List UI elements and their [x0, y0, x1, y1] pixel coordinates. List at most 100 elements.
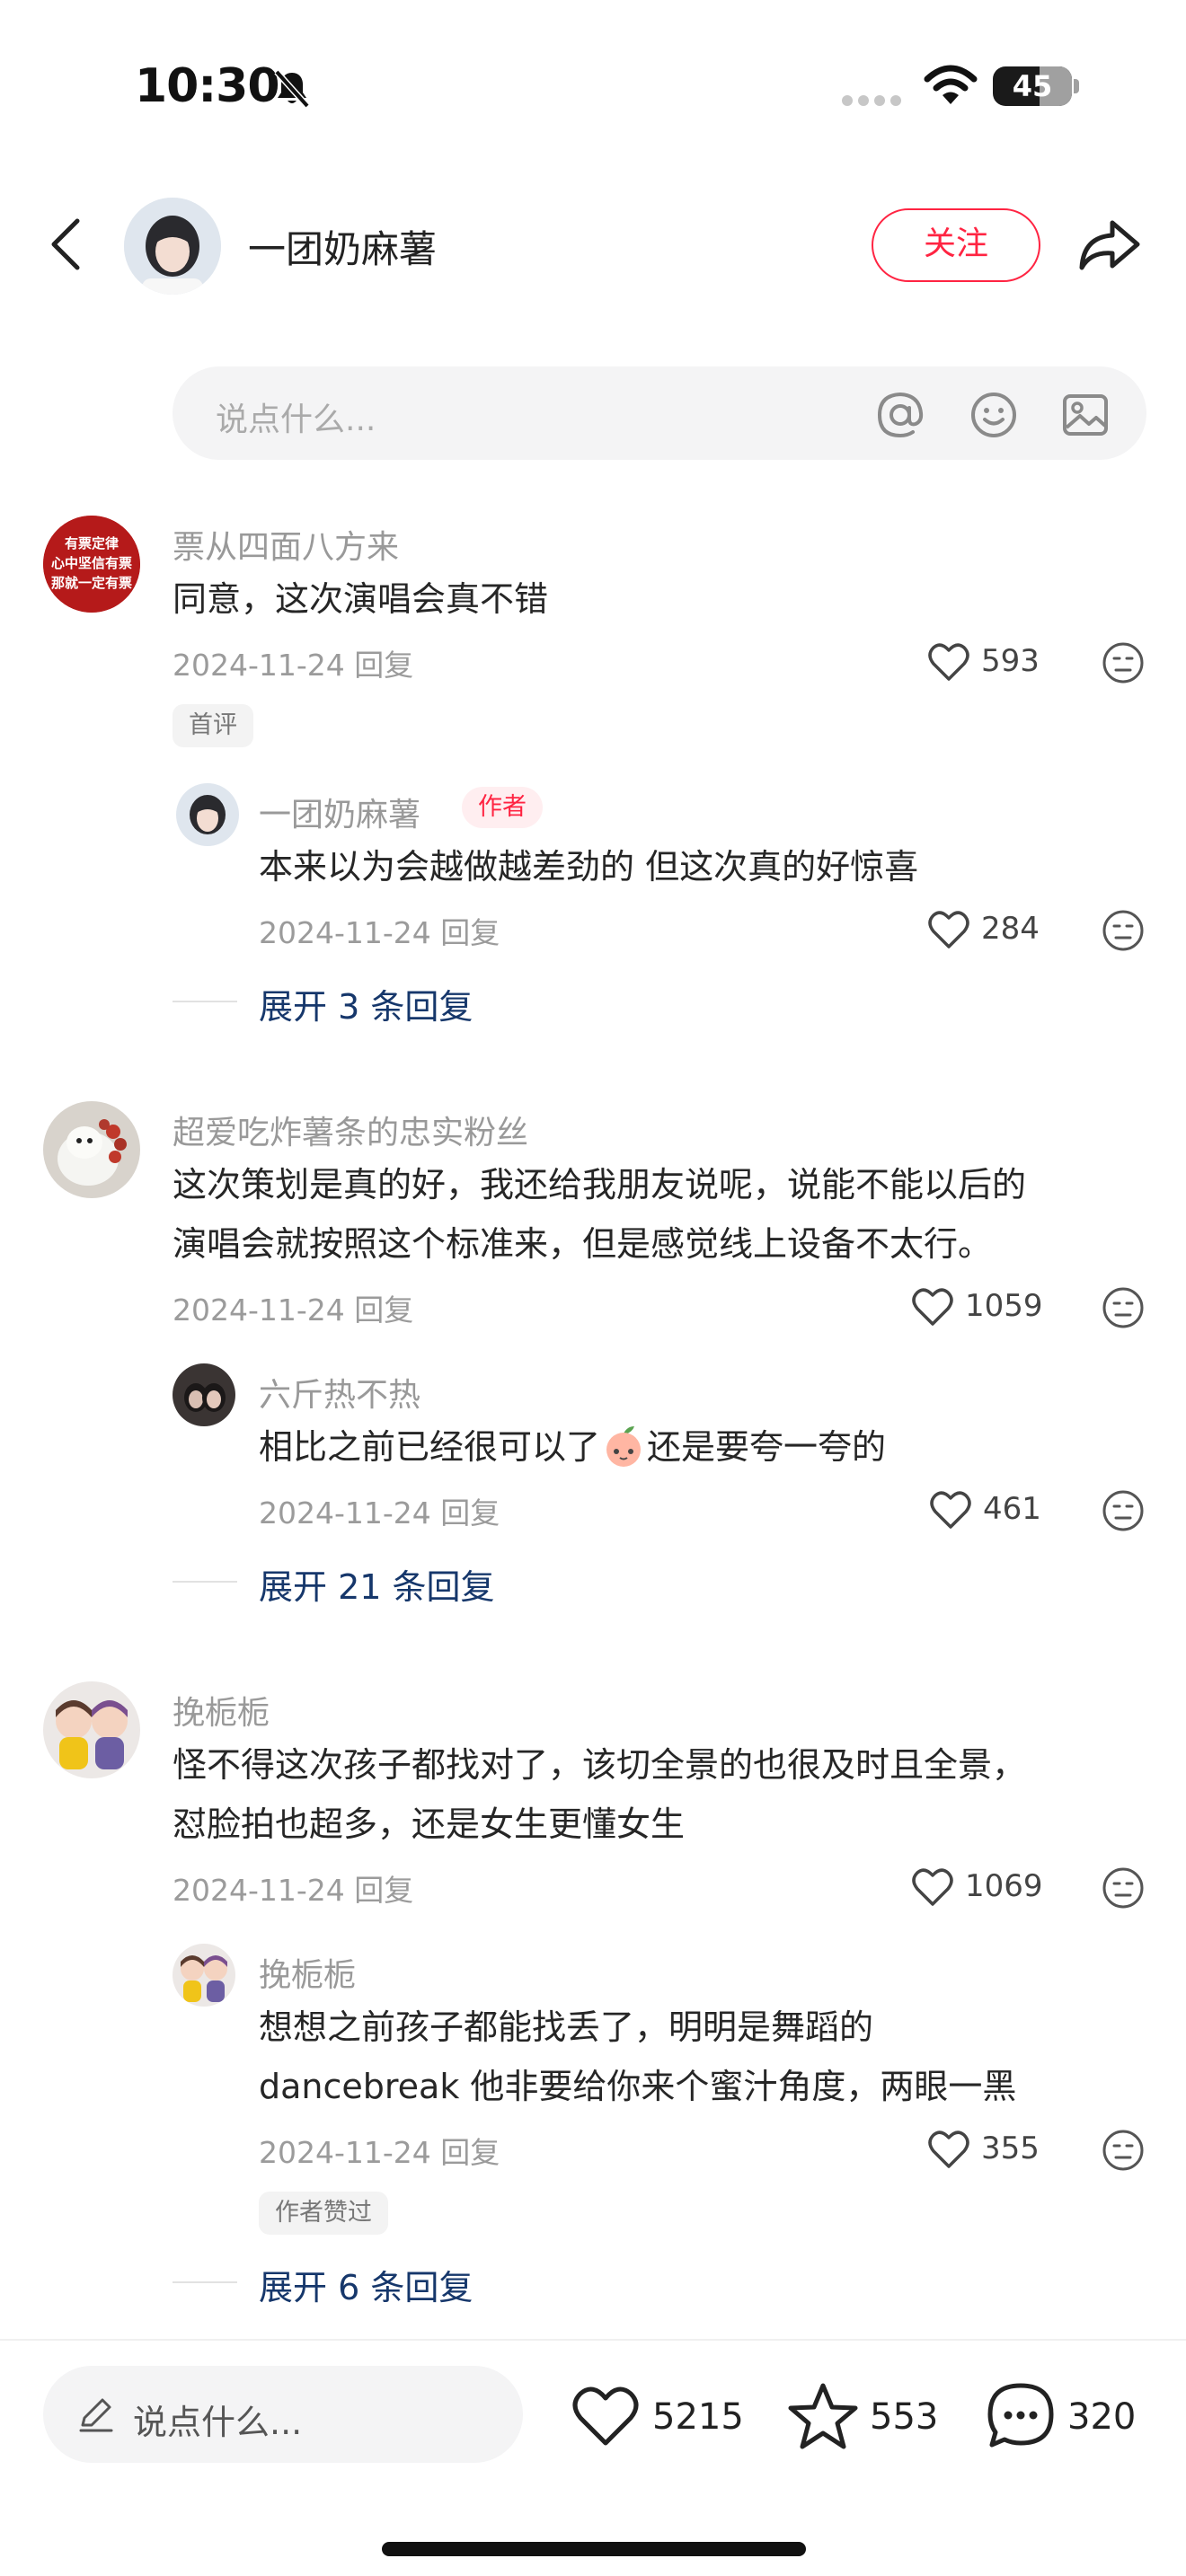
- reply-link[interactable]: 回复: [354, 1873, 413, 1908]
- expand-replies-link[interactable]: 展开 21 条回复: [259, 1559, 495, 1609]
- dislike-icon[interactable]: [1102, 641, 1145, 684]
- dislike-icon[interactable]: [1102, 1489, 1145, 1532]
- reply-link[interactable]: 回复: [440, 2135, 500, 2170]
- post-like-button[interactable]: 5215: [570, 2380, 744, 2452]
- follow-button[interactable]: 关注: [872, 208, 1040, 282]
- svg-text:那就一定有票: 那就一定有票: [51, 575, 132, 591]
- post-comment-button[interactable]: 320: [985, 2380, 1146, 2452]
- battery-level: 45: [1012, 69, 1053, 103]
- heart-icon: [928, 2130, 969, 2168]
- reply-meta: 2024-11-24 回复: [259, 1489, 500, 1532]
- reply-text-after: 还是要夸一夸的: [647, 1427, 887, 1467]
- reply-avatar[interactable]: [173, 1944, 235, 2007]
- peach-emoji-icon: [606, 1426, 642, 1467]
- comment-date: 2024-11-24: [173, 648, 345, 683]
- wifi-icon: [924, 65, 978, 104]
- reply-like-button[interactable]: 461: [929, 1487, 1055, 1532]
- reply-text-before: 相比之前已经很可以了: [259, 1427, 601, 1467]
- reply-text: 相比之前已经很可以了 还是要夸一夸的: [259, 1417, 886, 1477]
- reply-date: 2024-11-24: [259, 1495, 431, 1531]
- bottom-divider: [0, 2339, 1186, 2341]
- post-collect-button[interactable]: 553: [787, 2380, 940, 2452]
- like-count: 461: [983, 1491, 1041, 1527]
- heart-icon: [928, 911, 969, 948]
- reply-user-name[interactable]: 一团奶麻薯: [259, 789, 420, 835]
- like-count: 355: [981, 2130, 1040, 2166]
- reply-text: 本来以为会越做越差劲的 但这次真的好惊喜: [259, 847, 919, 887]
- reply-link[interactable]: 回复: [354, 648, 413, 683]
- reply-date: 2024-11-24: [259, 915, 431, 950]
- comment-like-button[interactable]: 593: [927, 640, 1053, 684]
- pencil-icon: [79, 2398, 113, 2432]
- reply-user-name[interactable]: 六斤热不热: [259, 1369, 420, 1416]
- home-indicator: [382, 2542, 806, 2556]
- like-count: 1059: [965, 1288, 1043, 1324]
- expand-replies-link[interactable]: 展开 6 条回复: [259, 2260, 473, 2309]
- dislike-icon[interactable]: [1102, 1866, 1145, 1910]
- reply-meta: 2024-11-24 回复: [259, 909, 500, 952]
- dislike-icon[interactable]: [1102, 909, 1145, 952]
- like-count: 1069: [965, 1868, 1043, 1904]
- heart-icon: [912, 1288, 953, 1326]
- svg-text:有票定律: 有票定律: [65, 535, 119, 551]
- reply-text-line-1: 想想之前孩子都能找丢了，明明是舞蹈的: [259, 2007, 874, 2047]
- commenter-avatar[interactable]: [43, 1681, 140, 1778]
- dislike-icon[interactable]: [1102, 2129, 1145, 2172]
- reply-text-line-2: dancebreak 他非要给你来个蜜汁角度，两眼一黑: [259, 2067, 1017, 2106]
- comment-meta: 2024-11-24 回复: [173, 641, 413, 684]
- comment-text-line-1: 这次策划是真的好，我还给我朋友说呢，说能不能以后的: [173, 1165, 1027, 1204]
- dislike-icon[interactable]: [1102, 1286, 1145, 1329]
- commenter-name[interactable]: 挽栀栀: [173, 1687, 270, 1734]
- emoji-icon[interactable]: [969, 390, 1019, 440]
- reply-like-button[interactable]: 284: [927, 907, 1053, 952]
- commenter-name[interactable]: 超爱吃炸薯条的忠实粉丝: [173, 1107, 528, 1153]
- commenter-avatar[interactable]: [43, 1101, 140, 1198]
- heart-icon: [928, 643, 969, 681]
- bottom-input-placeholder: 说点什么...: [133, 2403, 303, 2442]
- heart-icon: [912, 1868, 953, 1906]
- comment-like-button[interactable]: 1069: [911, 1865, 1055, 1910]
- comment-meta: 2024-11-24 回复: [173, 1286, 413, 1329]
- expand-replies-link[interactable]: 展开 3 条回复: [259, 979, 473, 1028]
- mention-icon[interactable]: [875, 390, 925, 440]
- svg-text:心中坚信有票: 心中坚信有票: [51, 555, 132, 571]
- comment-input[interactable]: 说点什么...: [173, 366, 1146, 460]
- comment-text-line-1: 怪不得这次孩子都找对了，该切全景的也很及时且全景，: [173, 1745, 1027, 1785]
- comment-like-button[interactable]: 1059: [911, 1284, 1055, 1329]
- bottom-comment-input[interactable]: 说点什么...: [43, 2366, 523, 2463]
- post-collect-count: 553: [870, 2396, 939, 2438]
- reply-avatar[interactable]: [173, 1363, 235, 1426]
- reply-link[interactable]: 回复: [440, 1495, 500, 1531]
- comment-text: 同意，这次演唱会真不错: [173, 579, 549, 619]
- heart-icon: [930, 1491, 971, 1529]
- back-icon[interactable]: [47, 216, 86, 273]
- reply-like-button[interactable]: 355: [927, 2127, 1053, 2172]
- commenter-avatar[interactable]: 有票定律 心中坚信有票 那就一定有票: [43, 516, 140, 613]
- first-comment-tag: 首评: [173, 704, 253, 747]
- comment-text-line-2: 怼脸拍也超多，还是女生更懂女生: [173, 1804, 686, 1844]
- reply-avatar[interactable]: [176, 783, 239, 846]
- image-icon[interactable]: [1060, 390, 1111, 440]
- like-count: 284: [981, 911, 1040, 947]
- author-avatar[interactable]: [124, 198, 221, 295]
- battery-tip: [1074, 79, 1079, 93]
- expand-divider: [173, 1001, 237, 1002]
- signal-icon: [842, 95, 901, 106]
- commenter-name[interactable]: 票从四面八方来: [173, 521, 399, 568]
- share-icon[interactable]: [1076, 216, 1141, 275]
- post-comment-count: 320: [1067, 2396, 1137, 2438]
- expand-divider: [173, 2281, 237, 2283]
- author-liked-tag: 作者赞过: [259, 2192, 388, 2235]
- author-name[interactable]: 一团奶麻薯: [248, 219, 437, 274]
- reply-link[interactable]: 回复: [440, 915, 500, 950]
- post-like-count: 5215: [652, 2396, 744, 2438]
- comment-date: 2024-11-24: [173, 1873, 345, 1908]
- author-tag: 作者: [462, 787, 543, 828]
- reply-meta: 2024-11-24 回复: [259, 2129, 500, 2172]
- expand-divider: [173, 1581, 237, 1583]
- reply-link[interactable]: 回复: [354, 1292, 413, 1328]
- comment-bubble-icon: [987, 2383, 1054, 2448]
- heart-icon: [572, 2386, 639, 2446]
- reply-user-name[interactable]: 挽栀栀: [259, 1949, 356, 1996]
- comment-date: 2024-11-24: [173, 1292, 345, 1328]
